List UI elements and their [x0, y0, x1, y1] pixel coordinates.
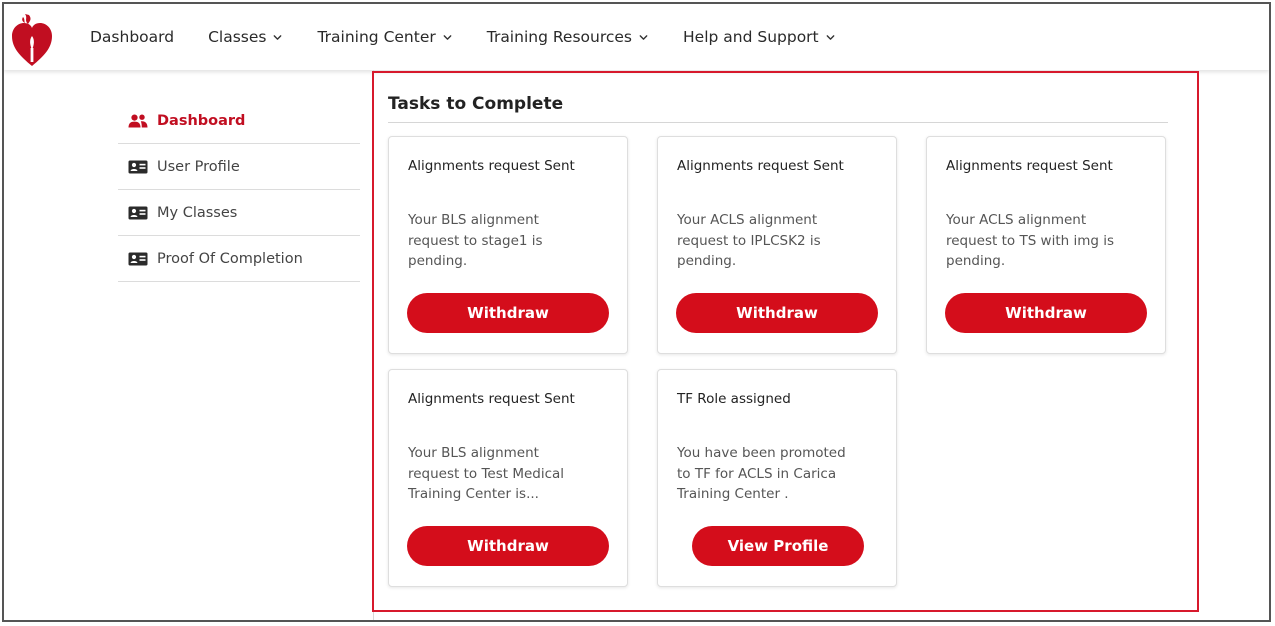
- nav-help-and-support-label: Help and Support: [683, 28, 819, 46]
- chevron-down-icon: [826, 34, 835, 40]
- top-navigation-bar: Dashboard Classes Training Center Traini…: [4, 4, 1269, 70]
- main-nav: Dashboard Classes Training Center Traini…: [90, 4, 870, 70]
- id-card-icon: [128, 206, 148, 219]
- sidebar-item-proof-of-completion-label: Proof Of Completion: [157, 250, 303, 267]
- nav-dashboard-label: Dashboard: [90, 28, 175, 46]
- heart-torch-logo-icon[interactable]: [10, 12, 54, 68]
- nav-training-resources-label: Training Resources: [486, 28, 632, 46]
- users-icon: [128, 114, 148, 127]
- nav-classes[interactable]: Classes: [208, 28, 283, 46]
- sidebar-item-user-profile[interactable]: User Profile: [118, 144, 360, 190]
- nav-training-center[interactable]: Training Center: [317, 28, 452, 46]
- sidebar-item-proof-of-completion[interactable]: Proof Of Completion: [118, 236, 360, 282]
- nav-training-center-label: Training Center: [317, 28, 436, 46]
- chevron-down-icon: [639, 34, 648, 40]
- nav-dashboard[interactable]: Dashboard: [90, 28, 174, 46]
- sidebar-item-dashboard[interactable]: Dashboard: [118, 98, 360, 144]
- sidebar-item-user-profile-label: User Profile: [157, 158, 240, 175]
- sidebar-menu: Dashboard User Profile My Classes Proof …: [118, 98, 360, 282]
- sidebar-item-dashboard-label: Dashboard: [157, 112, 246, 129]
- tasks-highlight-box: [372, 71, 1199, 612]
- app-window: Dashboard Classes Training Center Traini…: [2, 2, 1271, 622]
- nav-training-resources[interactable]: Training Resources: [487, 28, 649, 46]
- id-card-icon: [128, 160, 148, 173]
- sidebar-item-my-classes[interactable]: My Classes: [118, 190, 360, 236]
- nav-help-and-support[interactable]: Help and Support: [683, 28, 836, 46]
- chevron-down-icon: [274, 34, 282, 40]
- nav-classes-label: Classes: [208, 28, 267, 46]
- chevron-down-icon: [443, 34, 452, 40]
- sidebar-item-my-classes-label: My Classes: [157, 204, 238, 221]
- id-card-icon: [128, 252, 148, 265]
